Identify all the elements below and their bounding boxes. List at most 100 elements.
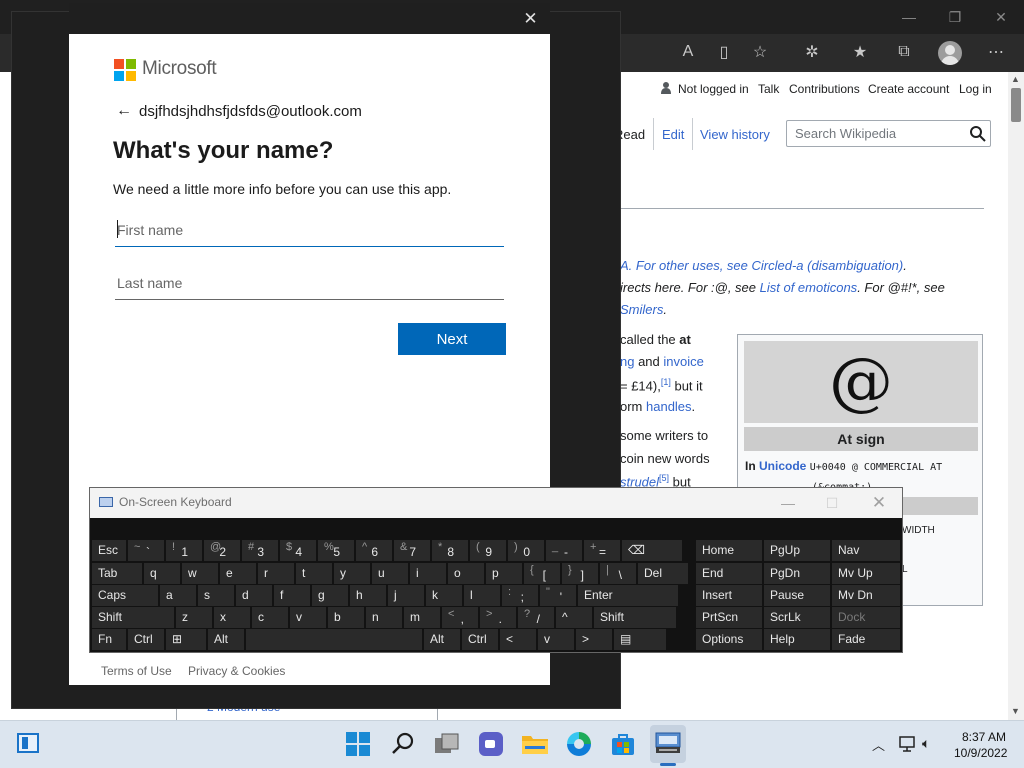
add-favorite-icon[interactable]: ☆ <box>742 34 778 70</box>
scrollbar-thumb[interactable] <box>1011 88 1021 122</box>
key-o[interactable]: o <box>448 563 484 584</box>
key-symbol[interactable]: + = <box>584 540 620 561</box>
key-symbol[interactable]: }] <box>562 563 598 584</box>
store-icon[interactable] <box>611 732 635 756</box>
maximize-icon[interactable]: ☐ <box>810 488 854 518</box>
key-shift[interactable]: Shift <box>594 607 676 628</box>
key-symbol[interactable]: {[ <box>524 563 560 584</box>
key-symbol[interactable]: ~ ` <box>128 540 164 561</box>
key-esc[interactable]: Esc <box>92 540 126 561</box>
key-space[interactable] <box>246 629 422 650</box>
key-mvdn[interactable]: Mv Dn <box>832 585 900 606</box>
file-explorer-icon[interactable] <box>522 734 548 754</box>
key-symbol[interactable]: | \ <box>600 563 636 584</box>
key-r[interactable]: r <box>258 563 294 584</box>
key-v[interactable]: v <box>290 607 326 628</box>
key-symbol[interactable]: ^ <box>556 607 592 628</box>
emoticons-link[interactable]: List of emoticons <box>760 280 858 295</box>
talk-link[interactable]: Talk <box>758 82 779 96</box>
on-screen-keyboard-icon[interactable] <box>655 732 681 754</box>
key-1[interactable]: ! 1 <box>166 540 202 561</box>
key-del[interactable]: Del <box>638 563 688 584</box>
close-icon[interactable]: ✕ <box>857 488 901 518</box>
last-name-field[interactable]: Last name <box>115 267 504 300</box>
key-j[interactable]: j <box>388 585 424 606</box>
key-symbol[interactable]: ⊞ <box>166 629 206 650</box>
key-2[interactable]: @2 <box>204 540 240 561</box>
key-prtscn[interactable]: PrtScn <box>696 607 762 628</box>
key-symbol[interactable]: _ - <box>546 540 582 561</box>
tab-edit[interactable]: Edit <box>662 127 684 142</box>
next-button[interactable]: Next <box>398 323 506 355</box>
clock-time[interactable]: 8:37 AM <box>962 730 1006 744</box>
key-s[interactable]: s <box>198 585 234 606</box>
key-t[interactable]: t <box>296 563 332 584</box>
tab-view-history[interactable]: View history <box>700 127 770 142</box>
contributions-link[interactable]: Contributions <box>789 82 860 96</box>
key-l[interactable]: l <box>464 585 500 606</box>
close-icon[interactable]: ✕ <box>511 3 550 34</box>
log-in-link[interactable]: Log in <box>959 82 992 96</box>
key-symbol[interactable]: <, <box>442 607 478 628</box>
key-symbol[interactable]: " ' <box>540 585 576 606</box>
key-k[interactable]: k <box>426 585 462 606</box>
key-f[interactable]: f <box>274 585 310 606</box>
wiki-search-input[interactable]: Search Wikipedia <box>786 120 991 147</box>
key-9[interactable]: (9 <box>470 540 506 561</box>
key-insert[interactable]: Insert <box>696 585 762 606</box>
key-symbol[interactable]: ⌫ <box>622 540 682 561</box>
key-z[interactable]: z <box>176 607 212 628</box>
more-menu-icon[interactable]: ⋯ <box>978 34 1014 70</box>
key-fade[interactable]: Fade <box>832 629 900 650</box>
close-icon[interactable]: ✕ <box>978 0 1024 34</box>
key-c[interactable]: c <box>252 607 288 628</box>
key-caps[interactable]: Caps <box>92 585 158 606</box>
key-alt[interactable]: Alt <box>424 629 460 650</box>
key-6[interactable]: ^ 6 <box>356 540 392 561</box>
key-symbol[interactable]: ? / <box>518 607 554 628</box>
key-scrlk[interactable]: ScrLk <box>764 607 830 628</box>
key-h[interactable]: h <box>350 585 386 606</box>
key-symbol[interactable]: :; <box>502 585 538 606</box>
chevron-up-icon[interactable]: ︿ <box>872 735 885 754</box>
teams-chat-icon[interactable] <box>479 732 503 756</box>
key-symbol[interactable]: >. <box>480 607 516 628</box>
key-ctrl[interactable]: Ctrl <box>462 629 498 650</box>
invoice-link[interactable]: invoice <box>663 354 703 369</box>
key-home[interactable]: Home <box>696 540 762 561</box>
search-icon[interactable] <box>391 732 415 756</box>
restore-icon[interactable]: ❐ <box>932 0 978 34</box>
favorites-icon[interactable]: ★ <box>842 34 878 70</box>
privacy-link[interactable]: Privacy & Cookies <box>188 664 285 678</box>
key-v[interactable]: v <box>538 629 574 650</box>
key-alt[interactable]: Alt <box>208 629 244 650</box>
key-shift[interactable]: Shift <box>92 607 174 628</box>
key-p[interactable]: p <box>486 563 522 584</box>
terms-link[interactable]: Terms of Use <box>101 664 172 678</box>
key-q[interactable]: q <box>144 563 180 584</box>
key-n[interactable]: n <box>366 607 402 628</box>
back-arrow-icon[interactable]: ← <box>116 102 132 120</box>
key-d[interactable]: d <box>236 585 272 606</box>
key-end[interactable]: End <box>696 563 762 584</box>
key-symbol[interactable]: > <box>576 629 612 650</box>
network-icon[interactable] <box>899 736 917 752</box>
key-fn[interactable]: Fn <box>92 629 126 650</box>
search-icon[interactable] <box>969 125 986 142</box>
key-y[interactable]: y <box>334 563 370 584</box>
key-5[interactable]: % 5 <box>318 540 354 561</box>
key-e[interactable]: e <box>220 563 256 584</box>
key-i[interactable]: i <box>410 563 446 584</box>
unicode-link[interactable]: Unicode <box>759 459 806 473</box>
key-m[interactable]: m <box>404 607 440 628</box>
page-scrollbar[interactable] <box>1008 72 1024 720</box>
key-dock[interactable]: Dock <box>832 607 900 628</box>
start-icon[interactable] <box>346 732 370 756</box>
key-nav[interactable]: Nav <box>832 540 900 561</box>
scroll-down-icon[interactable]: ▼ <box>1011 706 1020 716</box>
profile-avatar[interactable] <box>938 41 962 65</box>
key-g[interactable]: g <box>312 585 348 606</box>
immersive-reader-icon[interactable]: ▯ <box>706 34 742 70</box>
clock-date[interactable]: 10/9/2022 <box>954 746 1007 760</box>
key-7[interactable]: & 7 <box>394 540 430 561</box>
